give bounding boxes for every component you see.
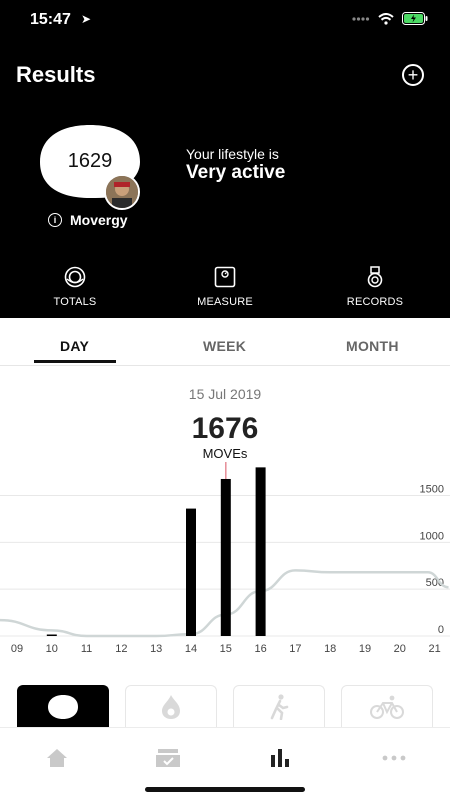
totals-label: TOTALS: [53, 296, 97, 308]
y-tick-label: 0: [438, 624, 444, 636]
lifestyle-label: Your lifestyle is: [186, 146, 279, 162]
y-tick-label: 1500: [420, 483, 444, 495]
moves-total: 1676: [191, 412, 259, 445]
avatar-image: [106, 176, 138, 208]
totals-icon: [64, 266, 86, 288]
totals-button[interactable]: TOTALS: [15, 266, 135, 308]
movergy-info[interactable]: i Movergy: [48, 212, 128, 228]
active-tab-indicator: [34, 360, 116, 363]
movergy-label: Movergy: [70, 212, 128, 228]
medal-icon: [364, 266, 386, 288]
bar-chart-icon: [271, 749, 289, 767]
status-time: 15:47: [30, 11, 71, 28]
header-panel: 15:47 ➤ Results + 1629 i Movergy Your li…: [0, 0, 450, 318]
x-tick-label: 19: [359, 643, 371, 655]
x-tick-label: 21: [428, 643, 440, 655]
tab-results[interactable]: [260, 746, 300, 770]
x-tick-label: 13: [150, 643, 162, 655]
movergy-blob-icon: [48, 694, 78, 719]
flame-icon: [162, 694, 180, 719]
y-tick-label: 1000: [420, 530, 444, 542]
records-label: RECORDS: [346, 296, 404, 308]
walking-icon: [270, 693, 289, 720]
tab-inbox[interactable]: [148, 746, 188, 770]
add-button[interactable]: +: [402, 64, 424, 86]
page-title: Results: [16, 62, 96, 87]
bar-hour-15: [220, 478, 231, 636]
tab-home[interactable]: [37, 746, 77, 770]
more-icon: [382, 755, 406, 761]
x-tick-label: 14: [185, 643, 197, 655]
bar-hour-16: [255, 467, 266, 636]
wifi-icon: [378, 12, 394, 25]
activity-card-cycling[interactable]: [341, 685, 433, 727]
movergy-score: 1629: [67, 150, 113, 172]
x-tick-label: 15: [220, 643, 232, 655]
activity-card-movergy[interactable]: [17, 685, 109, 727]
tab-week[interactable]: WEEK: [203, 338, 246, 354]
x-tick-label: 12: [115, 643, 127, 655]
plus-icon: +: [407, 65, 419, 85]
selected-date: 15 Jul 2019: [188, 386, 262, 402]
scale-icon: [214, 266, 236, 288]
x-tick-label: 10: [46, 643, 58, 655]
status-bar: 15:47 ➤: [0, 0, 450, 40]
activity-type-selector: [0, 685, 450, 727]
lifestyle-value: Very active: [186, 162, 286, 183]
tab-month[interactable]: MONTH: [346, 338, 399, 354]
x-tick-label: 17: [289, 643, 301, 655]
signal-icon: [352, 16, 370, 21]
home-icon: [47, 749, 67, 767]
activity-card-walking[interactable]: [233, 685, 325, 727]
bar-hour-14: [186, 508, 196, 636]
info-icon: i: [48, 213, 62, 227]
avatar[interactable]: [104, 174, 140, 210]
activity-card-calories[interactable]: [125, 685, 217, 727]
x-tick-label: 20: [394, 643, 406, 655]
x-tick-label: 16: [254, 643, 266, 655]
measure-button[interactable]: MEASURE: [165, 266, 285, 308]
records-button[interactable]: RECORDS: [315, 266, 435, 308]
tab-more[interactable]: [374, 746, 414, 770]
period-tabs: DAY WEEK MONTH: [0, 318, 450, 366]
status-icons: [352, 12, 428, 25]
moves-chart[interactable]: 05001000150009 10 11 12 13 14 15 16 17 18 19 20 21: [0, 458, 450, 658]
bike-icon: [370, 695, 404, 719]
home-indicator: [145, 787, 305, 792]
inbox-icon: [156, 749, 180, 767]
tab-day[interactable]: DAY: [60, 338, 89, 354]
bar-hour-10: [46, 634, 57, 636]
battery-icon: [402, 12, 428, 25]
location-arrow-icon: ➤: [81, 12, 92, 26]
x-tick-label: 09: [11, 643, 23, 655]
x-tick-label: 11: [81, 643, 92, 655]
measure-label: MEASURE: [197, 296, 253, 308]
x-tick-label: 18: [324, 643, 336, 655]
